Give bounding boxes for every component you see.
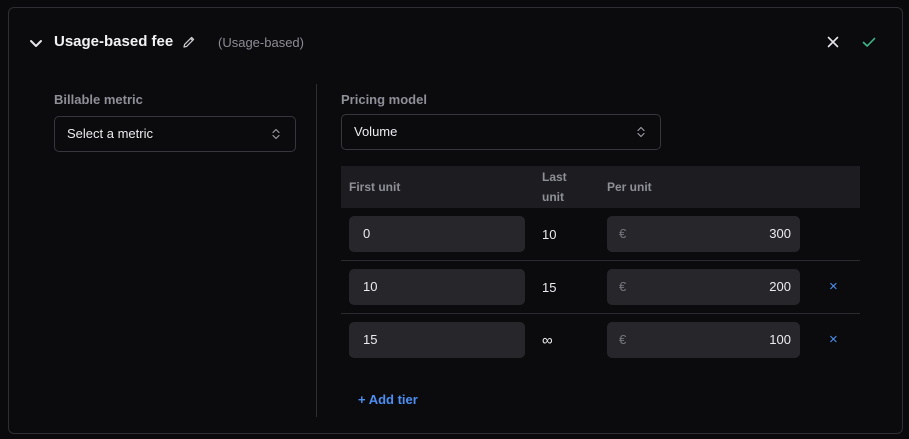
per-unit-input[interactable]: € 200 — [607, 269, 800, 305]
chevron-up-down-icon — [637, 126, 645, 138]
chevron-down-icon[interactable] — [28, 35, 44, 51]
per-unit-amount: 300 — [769, 226, 791, 241]
first-unit-header: First unit — [349, 180, 401, 194]
last-unit-value: ∞ — [542, 332, 553, 349]
remove-tier-button[interactable]: × — [829, 279, 838, 295]
pricing-model-select[interactable]: Volume — [341, 114, 661, 150]
remove-tier-button[interactable]: × — [829, 332, 838, 348]
first-unit-input[interactable]: 15 — [349, 322, 525, 358]
per-unit-input[interactable]: € 100 — [607, 322, 800, 358]
currency-symbol: € — [619, 279, 627, 294]
per-unit-header: Per unit — [607, 180, 652, 194]
charge-header: Usage-based fee (Usage-based) — [9, 8, 902, 78]
billable-metric-label: Billable metric — [54, 92, 143, 107]
per-unit-input[interactable]: € 300 — [607, 216, 800, 252]
row-divider — [341, 313, 860, 314]
last-unit-value: 10 — [542, 227, 557, 242]
per-unit-amount: 200 — [769, 279, 791, 294]
pricing-model-label: Pricing model — [341, 92, 427, 107]
last-unit-value: 15 — [542, 280, 557, 295]
billable-metric-select[interactable]: Select a metric — [54, 116, 296, 152]
charge-title: Usage-based fee — [54, 33, 174, 50]
first-unit-input[interactable]: 10 — [349, 269, 525, 305]
currency-symbol: € — [619, 332, 627, 347]
last-unit-header: Last unit — [542, 167, 567, 207]
row-divider — [341, 260, 860, 261]
add-tier-button[interactable]: + Add tier — [358, 392, 418, 407]
currency-symbol: € — [619, 226, 627, 241]
pencil-icon[interactable] — [182, 35, 196, 49]
tiers-table-header: First unit Last unit Per unit — [341, 166, 860, 208]
charge-card: Usage-based fee (Usage-based) Billable m… — [8, 7, 903, 434]
last-unit-header-line1: Last — [542, 170, 567, 184]
billable-metric-value: Select a metric — [67, 126, 153, 141]
per-unit-amount: 100 — [769, 332, 791, 347]
check-icon[interactable] — [861, 34, 877, 50]
last-unit-header-line2: unit — [542, 190, 564, 204]
column-divider — [316, 84, 317, 417]
close-icon[interactable] — [825, 34, 841, 50]
chevron-up-down-icon — [272, 128, 280, 140]
first-unit-input[interactable]: 0 — [349, 216, 525, 252]
charge-type-label: (Usage-based) — [218, 35, 304, 50]
pricing-model-value: Volume — [354, 124, 398, 139]
